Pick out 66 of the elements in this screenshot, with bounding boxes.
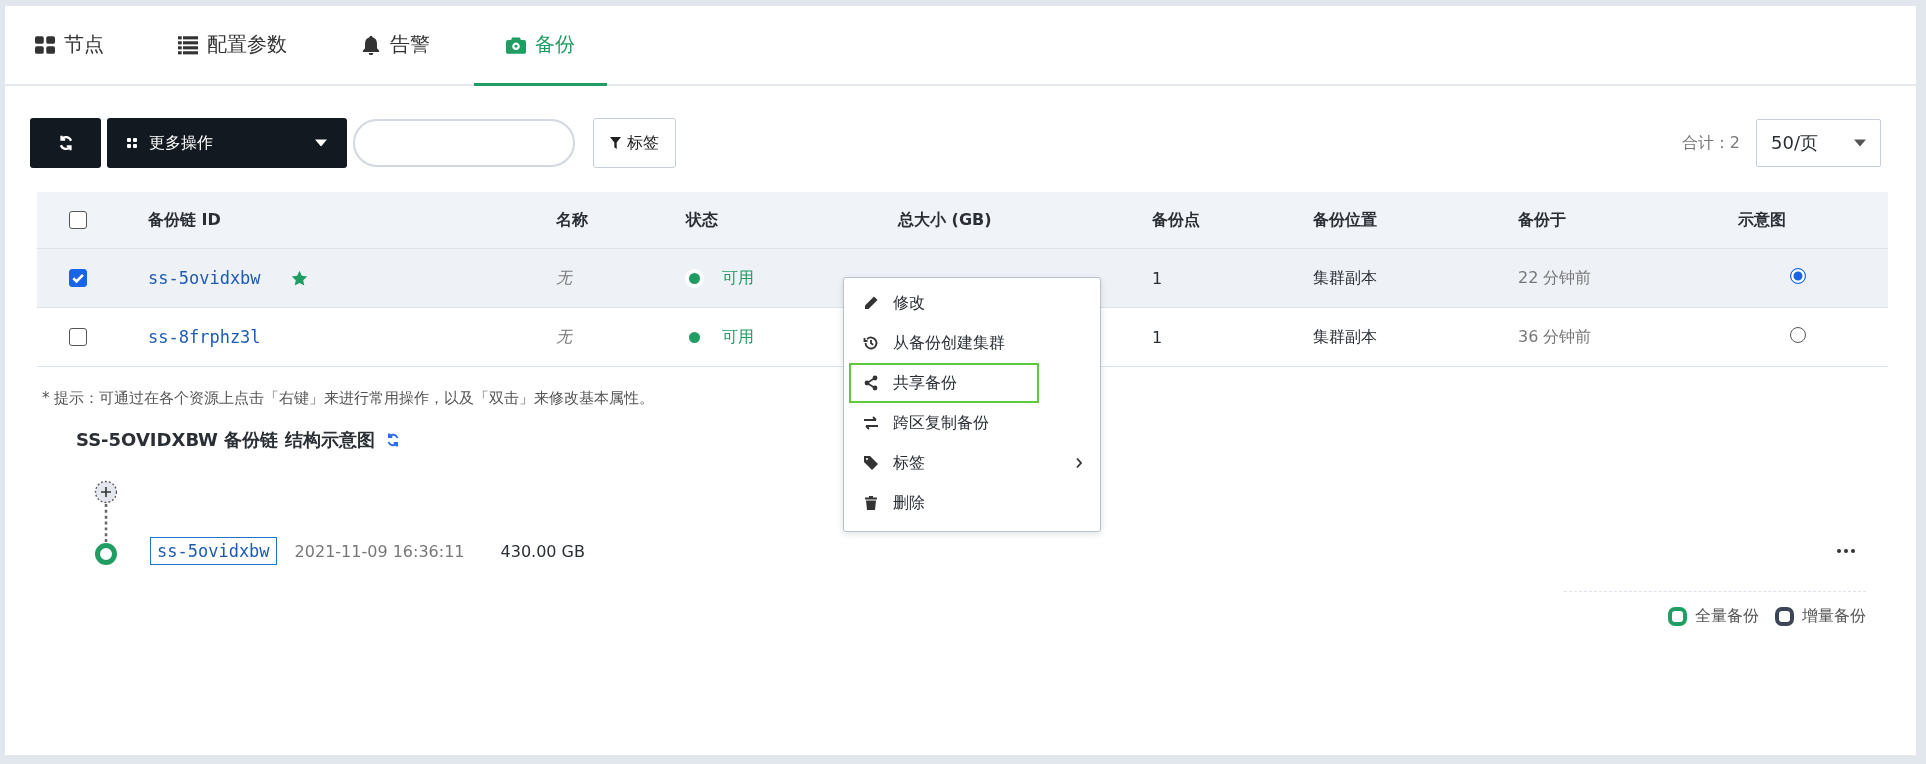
tab[interactable]: 配置参数 xyxy=(172,6,315,86)
table-cell: 无 xyxy=(556,326,572,346)
more-icon[interactable] xyxy=(1836,549,1856,553)
diagram-radio[interactable] xyxy=(1790,268,1806,284)
connector-line xyxy=(104,504,108,543)
node-id-tag[interactable]: ss-5ovidxbw xyxy=(150,537,277,565)
refresh-button[interactable] xyxy=(30,118,101,168)
column-header: 备份于 xyxy=(1518,209,1566,229)
add-node-icon[interactable] xyxy=(94,480,118,504)
tag-filter-button[interactable]: 标签 xyxy=(593,118,676,168)
menu-item[interactable]: 修改 xyxy=(849,283,1095,323)
tab[interactable]: 节点 xyxy=(35,6,132,86)
table-cell: 22 分钟前 xyxy=(1518,267,1592,287)
table-cell: 无 xyxy=(556,267,572,287)
menu-item[interactable]: 共享备份 xyxy=(849,363,1039,403)
apps-icon xyxy=(127,138,137,148)
column-header: 名称 xyxy=(556,209,588,229)
search-field[interactable] xyxy=(353,119,575,167)
tab[interactable]: 备份 xyxy=(474,6,607,86)
total-count: 合计：2 xyxy=(1681,132,1740,154)
hint-text: * 提示：可通过在各个资源上点击「右键」来进行常用操作，以及「双击」来修改基本属性。 xyxy=(42,389,656,408)
trash-icon xyxy=(863,495,879,511)
status-dot xyxy=(689,272,700,284)
column-header: 备份链 ID xyxy=(148,209,221,229)
column-header: 示意图 xyxy=(1738,209,1786,229)
table-cell: 集群副本 xyxy=(1313,267,1377,287)
status-text: 可用 xyxy=(722,326,754,348)
pencil-icon xyxy=(863,295,879,311)
tab[interactable]: 告警 xyxy=(355,6,458,86)
backup-chain-id-link[interactable]: ss-5ovidxbw xyxy=(148,268,261,288)
status-text: 可用 xyxy=(722,267,754,289)
table-cell: 1 xyxy=(1152,268,1163,288)
share-icon xyxy=(863,375,879,391)
tag-icon xyxy=(863,455,879,471)
select-all-checkbox[interactable] xyxy=(69,211,87,229)
menu-item[interactable]: 跨区复制备份 xyxy=(849,403,1095,443)
filter-icon xyxy=(610,136,621,150)
more-actions-button[interactable]: 更多操作 xyxy=(107,118,347,168)
grid-icon xyxy=(35,34,55,55)
legend-label: 全量备份 xyxy=(1695,606,1759,627)
swap-icon xyxy=(863,415,879,431)
row-checkbox[interactable] xyxy=(69,328,87,346)
status-dot xyxy=(689,331,700,343)
column-header: 总大小 (GB) xyxy=(898,209,992,229)
node-date: 2021-11-09 16:36:11 xyxy=(294,541,465,561)
node-size: 430.00 GB xyxy=(500,541,585,561)
caret-icon xyxy=(1854,139,1866,147)
row-checkbox[interactable] xyxy=(69,269,87,287)
column-header: 备份点 xyxy=(1152,209,1200,229)
legend-label: 增量备份 xyxy=(1802,606,1866,627)
caret-icon xyxy=(315,139,327,147)
column-header: 备份位置 xyxy=(1313,209,1377,229)
diagram-title: SS-5OVIDXBW 备份链 结构示意图 xyxy=(76,428,375,452)
table-cell: 集群副本 xyxy=(1313,326,1377,346)
menu-item[interactable]: 从备份创建集群 xyxy=(849,323,1095,363)
table-cell: 1 xyxy=(1152,327,1163,347)
chevron-right-icon xyxy=(1075,457,1083,469)
list-icon xyxy=(178,34,198,55)
page-size-select[interactable]: 50/页 xyxy=(1756,119,1881,167)
bell-icon xyxy=(361,34,381,55)
menu-item[interactable]: 标签 xyxy=(849,443,1095,483)
table-cell: 36 分钟前 xyxy=(1518,326,1592,346)
backup-chain-id-link[interactable]: ss-8frphz3l xyxy=(148,327,261,347)
column-header: 状态 xyxy=(686,209,718,229)
history-icon xyxy=(863,335,879,351)
menu-item[interactable]: 删除 xyxy=(849,483,1095,523)
